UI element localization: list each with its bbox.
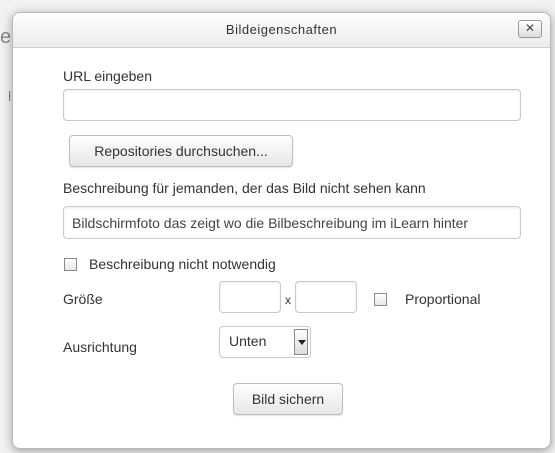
chevron-down-icon bbox=[294, 329, 308, 355]
alignment-select[interactable]: Unten bbox=[219, 326, 311, 358]
dialog-title: Bildeigenschaften bbox=[225, 22, 338, 37]
width-input[interactable] bbox=[219, 281, 281, 313]
image-properties-dialog: Bildeigenschaften ✕ URL eingeben Reposit… bbox=[12, 12, 551, 449]
background-text-fragment: l bbox=[8, 88, 12, 104]
height-input[interactable] bbox=[295, 281, 357, 313]
description-label: Beschreibung für jemanden, der das Bild … bbox=[63, 180, 426, 196]
close-button[interactable]: ✕ bbox=[518, 20, 542, 38]
url-input[interactable] bbox=[63, 89, 521, 121]
size-label: Größe bbox=[63, 291, 103, 307]
no-description-checkbox[interactable] bbox=[64, 258, 77, 271]
browse-repositories-button[interactable]: Repositories durchsuchen... bbox=[69, 135, 293, 167]
background-text-fragment: e bbox=[0, 26, 12, 48]
no-description-label: Beschreibung nicht notwendig bbox=[89, 256, 276, 272]
close-icon: ✕ bbox=[524, 21, 536, 35]
alignment-selected-value: Unten bbox=[229, 333, 267, 349]
proportional-label: Proportional bbox=[405, 291, 481, 307]
dialog-titlebar: Bildeigenschaften ✕ bbox=[13, 13, 550, 48]
url-label: URL eingeben bbox=[63, 68, 152, 84]
proportional-checkbox[interactable] bbox=[374, 293, 387, 306]
save-image-button[interactable]: Bild sichern bbox=[233, 383, 343, 415]
alignment-label: Ausrichtung bbox=[63, 339, 137, 355]
description-input[interactable] bbox=[63, 206, 521, 239]
size-separator: x bbox=[285, 293, 291, 307]
